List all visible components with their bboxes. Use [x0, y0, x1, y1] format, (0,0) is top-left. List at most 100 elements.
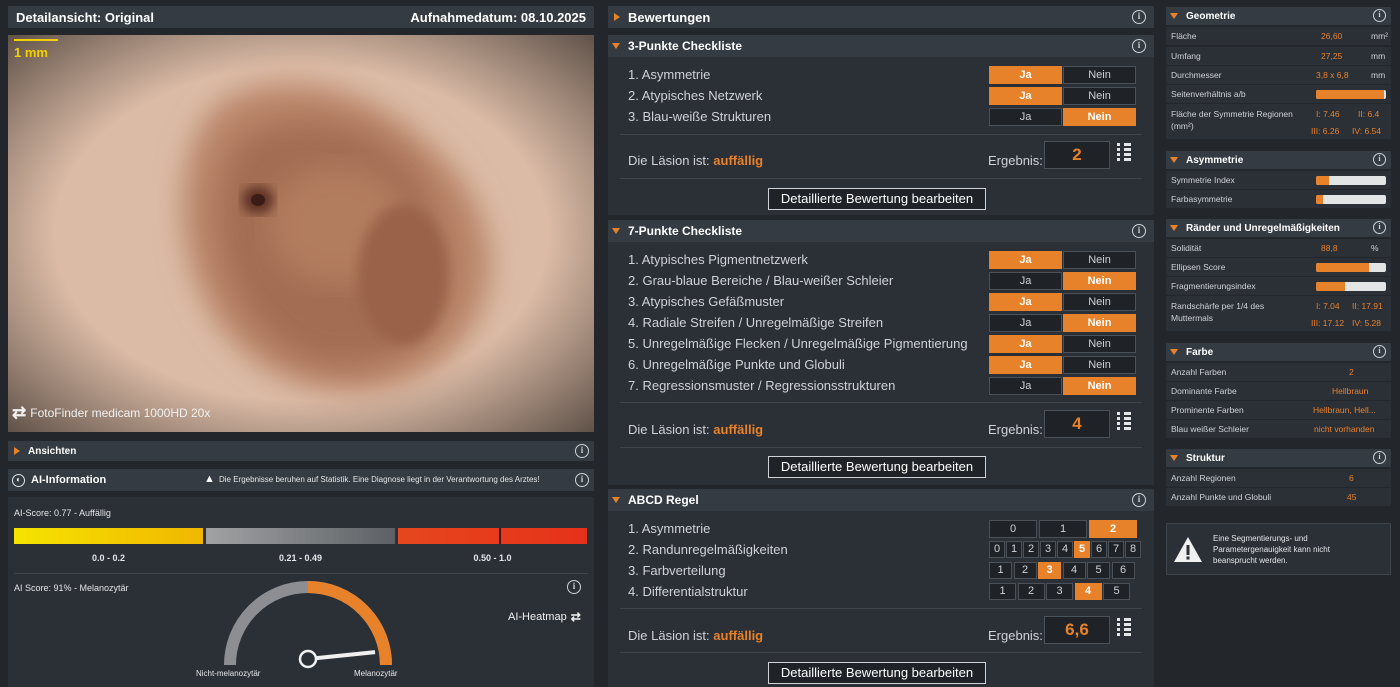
no-button[interactable]: Nein — [1063, 335, 1136, 353]
info-icon[interactable]: i — [1373, 345, 1386, 358]
yes-button[interactable]: Ja — [989, 108, 1062, 126]
dermoscopy-image[interactable]: 1 mm ⇄ FotoFinder medicam 1000HD 20x — [8, 35, 594, 432]
checklist-item-label: 2. Atypisches Netzwerk — [628, 88, 763, 103]
abcd-title: ABCD Regel — [628, 493, 699, 507]
yes-button[interactable]: Ja — [989, 272, 1062, 290]
edit-three-point-button[interactable]: Detaillierte Bewertung bearbeiten — [768, 188, 986, 210]
abcd-option-button[interactable]: 0 — [989, 541, 1005, 558]
no-button[interactable]: Nein — [1063, 251, 1136, 269]
result-value: 6,6 — [1044, 616, 1110, 644]
info-icon[interactable]: i — [1373, 9, 1386, 22]
expand-arrow-icon — [614, 13, 620, 21]
abcd-option-button[interactable]: 3 — [1046, 583, 1073, 600]
ai-heatmap-toggle[interactable]: AI-Heatmap ⇄ — [508, 610, 581, 624]
abcd-item-label: 3. Farbverteilung — [628, 563, 726, 578]
band-high — [398, 528, 587, 544]
abcd-option-button[interactable]: 2 — [1013, 562, 1037, 579]
abcd-option-button[interactable]: 2 — [1017, 583, 1045, 600]
asymmetry-header[interactable]: Asymmetrie i — [1166, 151, 1391, 169]
geometry-title: Geometrie — [1186, 10, 1236, 22]
ai-info-title: AI-Information — [31, 474, 107, 486]
no-button[interactable]: Nein — [1063, 377, 1136, 395]
yes-button[interactable]: Ja — [989, 314, 1062, 332]
abcd-header[interactable]: ABCD Regel i — [608, 489, 1154, 511]
fragmentation-label: Fragmentierungsindex — [1171, 281, 1256, 291]
geometry-header[interactable]: Geometrie i — [1166, 7, 1391, 25]
yes-button[interactable]: Ja — [989, 251, 1062, 269]
symmetry-index-label: Symmetrie Index — [1171, 175, 1235, 185]
list-icon[interactable] — [1117, 412, 1131, 434]
info-icon[interactable]: i — [1373, 451, 1386, 464]
no-button[interactable]: Nein — [1063, 293, 1136, 311]
borders-header[interactable]: Ränder und Unregelmäßigkeiten i — [1166, 219, 1391, 237]
abcd-option-button[interactable]: 4 — [1057, 541, 1073, 558]
abcd-option-button[interactable]: 3 — [1038, 562, 1061, 579]
abcd-option-button[interactable]: 2 — [1023, 541, 1039, 558]
edit-abcd-button[interactable]: Detaillierte Bewertung bearbeiten — [768, 662, 986, 684]
area-value: 26,60 — [1321, 31, 1343, 41]
warning-text: Eine Segmentierungs- und Parametergenaui… — [1213, 534, 1330, 565]
no-button[interactable]: Nein — [1063, 66, 1136, 84]
info-icon[interactable]: i — [575, 444, 589, 458]
refresh-icon[interactable]: ⇄ — [12, 403, 26, 423]
abcd-option-button[interactable]: 4 — [1062, 562, 1086, 579]
no-button[interactable]: Nein — [1063, 314, 1136, 332]
info-icon[interactable]: i — [1373, 153, 1386, 166]
no-button[interactable]: Nein — [1063, 272, 1136, 290]
checklist-item-label: 2. Grau-blaue Bereiche / Blau-weißer Sch… — [628, 273, 894, 288]
abcd-option-button[interactable]: 6 — [1091, 541, 1107, 558]
abcd-option-button[interactable]: 5 — [1074, 541, 1090, 558]
scale-bar — [14, 39, 58, 41]
no-button[interactable]: Nein — [1063, 108, 1136, 126]
abcd-option-button[interactable]: 4 — [1074, 583, 1102, 600]
three-point-header[interactable]: 3-Punkte Checkliste i — [608, 35, 1154, 57]
symmetry-area-iv: IV: 6.54 — [1352, 126, 1381, 136]
abcd-option-button[interactable]: 0 — [989, 520, 1037, 538]
symmetry-area-label: Fläche der Symmetrie Regionen (mm²) — [1171, 109, 1293, 131]
abcd-option-button[interactable]: 6 — [1111, 562, 1135, 579]
area-unit: mm² — [1371, 31, 1388, 41]
abcd-option-button[interactable]: 1 — [1006, 541, 1022, 558]
yes-button[interactable]: Ja — [989, 377, 1062, 395]
symmetry-index-bar — [1316, 176, 1386, 185]
views-header[interactable]: Ansichten i — [8, 441, 594, 461]
perimeter-unit: mm — [1371, 51, 1386, 61]
info-icon[interactable]: i — [1373, 221, 1386, 234]
abcd-option-button[interactable]: 3 — [1040, 541, 1056, 558]
no-button[interactable]: Nein — [1063, 356, 1136, 374]
melanocytic-gauge — [224, 581, 392, 669]
yes-button[interactable]: Ja — [989, 335, 1062, 353]
info-icon[interactable]: i — [575, 473, 589, 487]
info-icon[interactable]: i — [1132, 493, 1146, 507]
yes-button[interactable]: Ja — [989, 356, 1062, 374]
list-icon[interactable] — [1117, 143, 1131, 165]
abcd-option-button[interactable]: 7 — [1108, 541, 1124, 558]
abcd-option-button[interactable]: 8 — [1125, 541, 1141, 558]
info-icon[interactable]: i — [567, 580, 581, 594]
abcd-option-button[interactable]: 5 — [1087, 562, 1110, 579]
color-header[interactable]: Farbe i — [1166, 343, 1391, 361]
dominant-color-row: Dominante Farbe Hellbraun — [1166, 382, 1391, 401]
info-icon[interactable]: i — [1132, 39, 1146, 53]
structure-header[interactable]: Struktur i — [1166, 449, 1391, 467]
abcd-option-button[interactable]: 1 — [1039, 520, 1087, 538]
abcd-option-button[interactable]: 5 — [1103, 583, 1130, 600]
list-icon[interactable] — [1117, 618, 1131, 640]
abcd-option-button[interactable]: 1 — [989, 583, 1016, 600]
collapse-arrow-icon — [1170, 157, 1178, 163]
color-count-value: 2 — [1349, 367, 1354, 377]
yes-button[interactable]: Ja — [989, 87, 1062, 105]
info-icon[interactable]: i — [1132, 224, 1146, 238]
seven-point-header[interactable]: 7-Punkte Checkliste i — [608, 220, 1154, 242]
yes-button[interactable]: Ja — [989, 293, 1062, 311]
edit-seven-point-button[interactable]: Detaillierte Bewertung bearbeiten — [768, 456, 986, 478]
yes-button[interactable]: Ja — [989, 66, 1062, 84]
info-icon[interactable]: i — [1132, 10, 1146, 24]
abcd-option-button[interactable]: 2 — [1089, 520, 1137, 538]
checklist-item-label: 3. Atypisches Gefäßmuster — [628, 294, 785, 309]
band-low-label: 0.0 - 0.2 — [91, 553, 126, 563]
image-header: Detailansicht: Original Aufnahmedatum: 0… — [8, 6, 594, 28]
abcd-option-button[interactable]: 1 — [989, 562, 1012, 579]
borders-title: Ränder und Unregelmäßigkeiten — [1186, 222, 1340, 234]
no-button[interactable]: Nein — [1063, 87, 1136, 105]
